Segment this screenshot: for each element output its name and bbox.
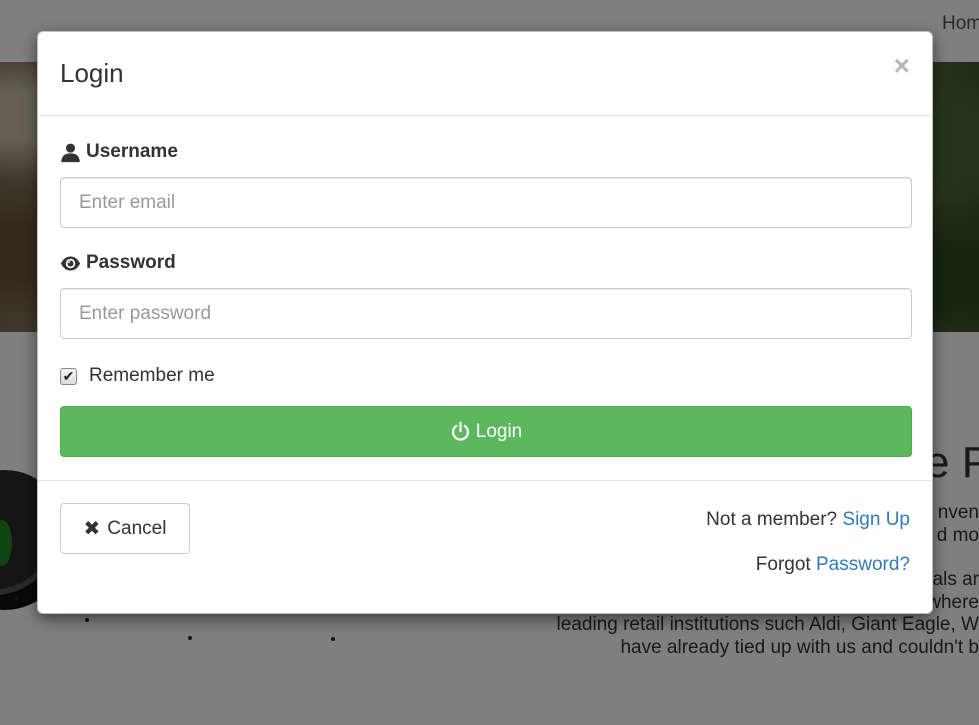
login-modal: Login × Username Password ✔ Remember me … xyxy=(37,31,933,614)
power-icon xyxy=(451,421,469,441)
footer-divider xyxy=(38,480,932,481)
remember-me: ✔ Remember me xyxy=(60,365,215,387)
password-input[interactable] xyxy=(60,288,912,339)
remember-me-label[interactable]: Remember me xyxy=(89,365,215,387)
signup-link[interactable]: Sign Up xyxy=(842,509,910,530)
close-button[interactable]: × xyxy=(894,52,910,80)
username-label-text: Username xyxy=(86,141,178,162)
forgot-line: Forgot Password? xyxy=(756,554,910,576)
cancel-button-label: Cancel xyxy=(107,517,167,539)
user-icon xyxy=(61,143,80,162)
modal-header: Login × xyxy=(38,32,932,116)
login-button-label: Login xyxy=(475,420,523,442)
signup-line: Not a member? Sign Up xyxy=(706,509,910,531)
username-label: Username xyxy=(60,141,178,163)
remember-me-checkbox[interactable]: ✔ xyxy=(60,367,77,385)
signup-prompt: Not a member? xyxy=(706,509,838,530)
cancel-button[interactable]: ✖ Cancel xyxy=(60,503,190,554)
password-label-text: Password xyxy=(86,252,176,273)
forgot-password-link[interactable]: Password? xyxy=(816,554,910,575)
modal-title: Login xyxy=(60,58,124,88)
eye-icon xyxy=(60,256,81,270)
username-input[interactable] xyxy=(60,177,912,228)
forgot-prompt: Forgot xyxy=(755,554,811,575)
close-x-icon: ✖ xyxy=(83,518,101,540)
password-label: Password xyxy=(60,252,176,274)
login-button[interactable]: Login xyxy=(60,406,912,457)
